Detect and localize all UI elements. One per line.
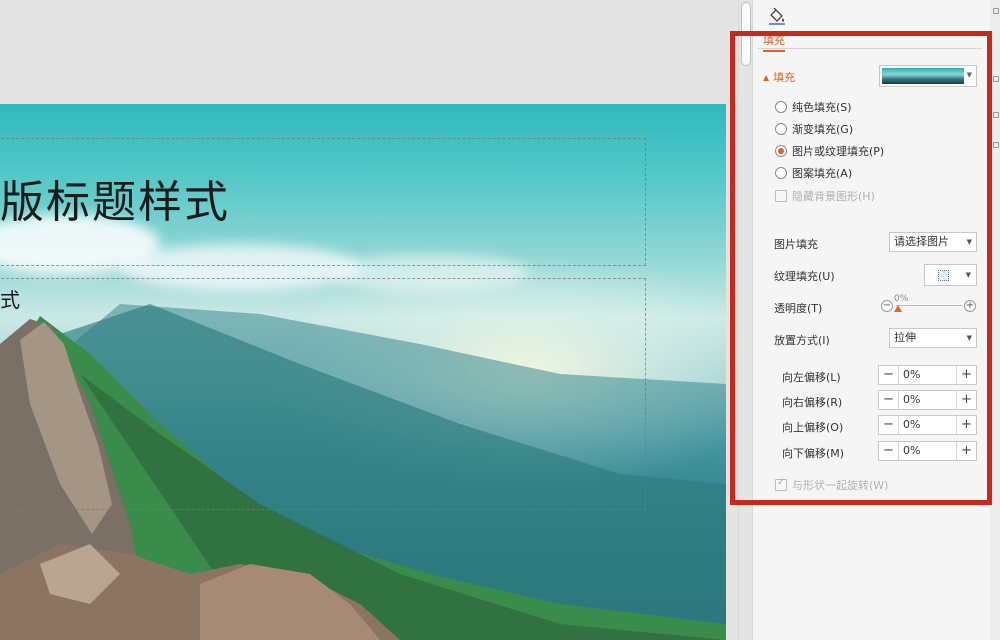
- slide-canvas: 版标题样式 式: [0, 0, 738, 640]
- slide-subtitle[interactable]: 式: [0, 284, 20, 313]
- body-placeholder[interactable]: [0, 278, 646, 510]
- fill-bucket-icon[interactable]: [767, 7, 787, 26]
- toolbar-icon[interactable]: [993, 76, 999, 82]
- slide[interactable]: 版标题样式 式: [0, 104, 726, 640]
- slide-title[interactable]: 版标题样式: [0, 166, 230, 230]
- toolbar-icon[interactable]: [993, 142, 999, 148]
- toolbar-icon[interactable]: [993, 112, 999, 118]
- toolbar-icon[interactable]: [993, 8, 999, 14]
- highlight-box: [730, 31, 992, 505]
